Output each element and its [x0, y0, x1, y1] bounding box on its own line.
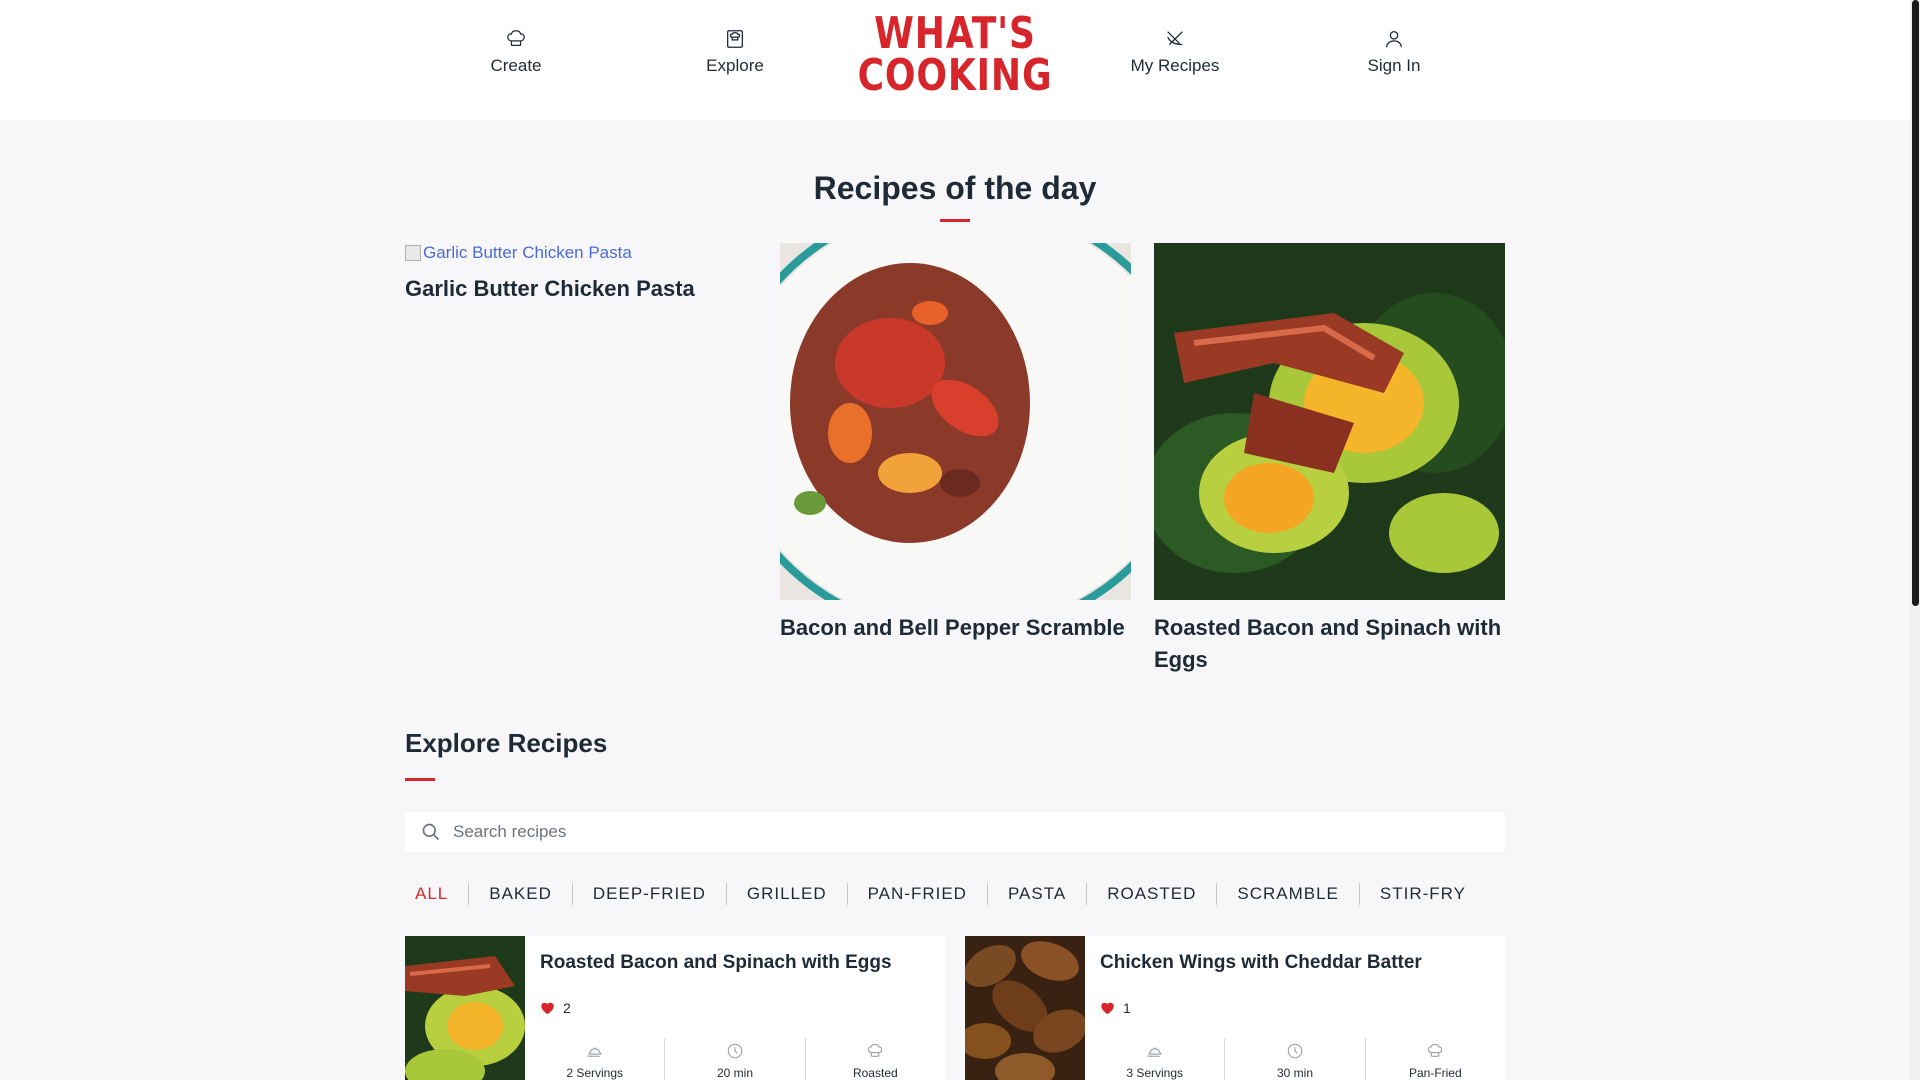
day-recipe-card[interactable]: Roasted Bacon and Spinach with Eggs	[1154, 243, 1505, 676]
method-stat: Roasted	[804, 1038, 945, 1080]
recipe-card[interactable]: Chicken Wings with Cheddar Batter 1 3 Se…	[965, 936, 1505, 1080]
filter-pasta[interactable]: PASTA	[986, 883, 1086, 905]
day-recipe-title[interactable]: Bacon and Bell Pepper Scramble	[780, 612, 1131, 644]
nav-explore-label: Explore	[706, 56, 764, 75]
servings: 3 Servings	[1126, 1066, 1184, 1080]
explore-recipes-title: Explore Recipes	[405, 728, 608, 758]
day-recipe-card[interactable]: Garlic Butter Chicken Pasta Garlic Butte…	[405, 243, 756, 305]
nav-my-recipes[interactable]: My Recipes	[1075, 28, 1275, 76]
nav-sign-in[interactable]: Sign In	[1294, 28, 1494, 76]
likes[interactable]: 2	[540, 1000, 571, 1016]
day-recipe-title[interactable]: Garlic Butter Chicken Pasta	[405, 273, 756, 305]
top-navigation: Create Explore WHAT'S COOKING My Recipes…	[0, 0, 1910, 120]
filter-pan-fried[interactable]: PAN-FRIED	[846, 883, 987, 905]
cooking-method: Roasted	[852, 1066, 898, 1080]
cook-time: 20 min	[716, 1066, 753, 1080]
logo-line-2: COOKING	[857, 50, 1053, 101]
serving-dish-icon	[587, 1047, 602, 1057]
broken-image-icon	[405, 245, 421, 261]
clock-icon	[727, 1043, 743, 1059]
nav-sign-in-label: Sign In	[1367, 56, 1421, 75]
recipe-card[interactable]: Roasted Bacon and Spinach with Eggs 2 2 …	[405, 936, 945, 1080]
recipe-image-broken[interactable]: Garlic Butter Chicken Pasta	[405, 243, 756, 263]
servings-stat: 3 Servings	[1085, 1038, 1224, 1080]
recipes-of-the-day-title: Recipes of the day	[813, 170, 1097, 206]
cooking-method: Pan-Fried	[1408, 1066, 1462, 1080]
recipe-thumbnail[interactable]	[965, 936, 1085, 1080]
day-recipe-card[interactable]: Bacon and Bell Pepper Scramble	[780, 243, 1131, 644]
recipe-stats: 2 Servings 20 min Roasted	[525, 1038, 945, 1080]
recipe-book-icon	[727, 30, 743, 48]
explore-accent-bar	[405, 778, 435, 781]
cook-time: 30 min	[1276, 1066, 1313, 1080]
page-scrollbar[interactable]	[1910, 0, 1920, 1080]
likes-count: 2	[563, 1000, 571, 1016]
user-icon	[1386, 31, 1402, 48]
filter-grilled[interactable]: GRILLED	[725, 883, 847, 905]
clock-icon	[1287, 1043, 1303, 1059]
recipe-image-alt: Garlic Butter Chicken Pasta	[423, 243, 632, 262]
time-stat: 20 min	[664, 1038, 804, 1080]
recipe-card-title[interactable]: Roasted Bacon and Spinach with Eggs	[540, 952, 892, 974]
day-recipe-title[interactable]: Roasted Bacon and Spinach with Eggs	[1154, 612, 1505, 676]
likes[interactable]: 1	[1100, 1000, 1131, 1016]
utensils-icon	[1167, 31, 1183, 46]
filter-roasted[interactable]: ROASTED	[1086, 883, 1216, 905]
likes-count: 1	[1123, 1000, 1131, 1016]
filter-baked[interactable]: BAKED	[468, 883, 572, 905]
serving-dish-icon	[1147, 1047, 1162, 1057]
servings-stat: 2 Servings	[525, 1038, 664, 1080]
recipe-image[interactable]	[780, 243, 1131, 600]
chef-hat-icon	[507, 30, 525, 47]
recipe-stats: 3 Servings 30 min Pan-Fried	[1085, 1038, 1505, 1080]
whats-cooking-logo[interactable]: WHAT'S COOKING	[858, 10, 1052, 100]
nav-my-recipes-label: My Recipes	[1130, 56, 1220, 75]
filter-deep-fried[interactable]: DEEP-FRIED	[571, 883, 726, 905]
scrollbar-thumb[interactable]	[1912, 0, 1919, 606]
method-stat: Pan-Fried	[1364, 1038, 1505, 1080]
time-stat: 30 min	[1224, 1038, 1364, 1080]
recipe-thumbnail[interactable]	[405, 936, 525, 1080]
recipe-card-title[interactable]: Chicken Wings with Cheddar Batter	[1100, 952, 1422, 974]
heart-icon	[1101, 1002, 1114, 1015]
category-filters: ALL BAKED DEEP-FRIED GRILLED PAN-FRIED P…	[405, 882, 1486, 906]
nav-create[interactable]: Create	[416, 28, 616, 76]
chef-hat-icon	[867, 1043, 883, 1057]
chef-hat-icon	[1427, 1043, 1443, 1057]
recipe-image[interactable]	[1154, 243, 1505, 600]
search-bar[interactable]	[405, 812, 1505, 852]
filter-scramble[interactable]: SCRAMBLE	[1216, 883, 1359, 905]
search-icon	[422, 823, 440, 841]
logo-line-1: WHAT'S	[874, 8, 1036, 59]
servings: 2 Servings	[566, 1066, 624, 1080]
nav-create-label: Create	[490, 56, 542, 75]
title-accent-bar	[940, 219, 970, 222]
filter-stir-fry[interactable]: STIR-FRY	[1358, 883, 1486, 905]
heart-icon	[541, 1002, 554, 1015]
filter-all[interactable]: ALL	[405, 883, 468, 905]
search-input[interactable]	[453, 822, 1353, 842]
nav-explore[interactable]: Explore	[635, 28, 835, 76]
